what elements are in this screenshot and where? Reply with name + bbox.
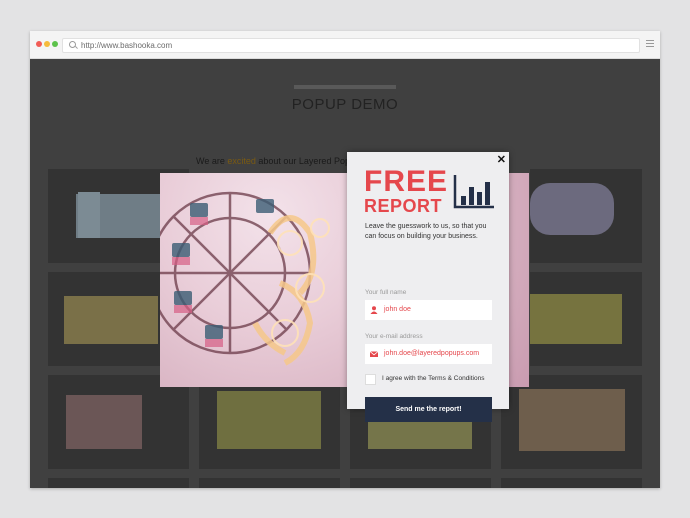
demo-card[interactable] <box>199 478 340 488</box>
demo-thumbnail-figure <box>78 192 100 238</box>
demo-thumbnail <box>530 183 614 235</box>
intro-highlight: excited <box>227 156 256 166</box>
envelope-icon <box>370 351 378 357</box>
intro-text: We are excited about our Layered Pop <box>196 156 350 166</box>
minimize-window-dot[interactable] <box>44 41 50 47</box>
page-content: POPUP DEMO We are excited about our Laye… <box>30 59 660 488</box>
demo-card[interactable] <box>530 169 642 263</box>
demo-thumbnail <box>64 296 158 344</box>
demo-thumbnail <box>66 395 142 449</box>
popup-heading-free: FREE <box>364 165 449 198</box>
demo-card[interactable] <box>199 375 340 469</box>
demo-card[interactable] <box>530 272 642 366</box>
name-field-label: Your full name <box>365 289 407 296</box>
demo-thumbnail <box>530 294 622 344</box>
send-report-button[interactable]: Send me the report! <box>365 397 492 422</box>
email-field[interactable]: john.doe@layeredpopups.com <box>365 344 492 364</box>
search-icon <box>69 41 76 48</box>
demo-thumbnail <box>519 389 625 451</box>
email-field-value: john.doe@layeredpopups.com <box>384 350 480 357</box>
intro-before: We are <box>196 156 228 166</box>
browser-window: http://www.bashooka.com POPUP DEMO We ar… <box>30 31 660 488</box>
demo-card[interactable] <box>501 375 642 469</box>
popup-description: Leave the guesswork to us, so that you c… <box>365 223 487 240</box>
demo-card[interactable] <box>350 478 491 488</box>
intro-after: about our Layered Pop <box>255 156 350 166</box>
close-window-dot[interactable] <box>36 41 42 47</box>
terms-label: I agree with the Terms & Conditions <box>382 375 485 382</box>
user-icon <box>370 306 378 314</box>
address-bar[interactable]: http://www.bashooka.com <box>62 38 640 53</box>
close-icon[interactable]: ✕ <box>497 153 506 166</box>
report-popup: ✕ FREE REPORT Leave the guesswork to us,… <box>347 152 509 422</box>
email-field-label: Your e-mail address <box>365 333 423 340</box>
demo-thumbnail <box>217 391 321 449</box>
decorative-bar <box>294 85 396 89</box>
page-title: POPUP DEMO <box>291 96 399 113</box>
demo-card[interactable] <box>48 478 189 488</box>
name-field-value: john doe <box>384 306 411 313</box>
browser-chrome: http://www.bashooka.com <box>30 31 660 59</box>
bar-chart-icon <box>453 175 494 209</box>
terms-checkbox[interactable] <box>365 374 376 385</box>
menu-icon[interactable] <box>646 40 654 48</box>
popup-heading-report: REPORT <box>364 196 443 216</box>
url-text: http://www.bashooka.com <box>81 41 173 50</box>
demo-card[interactable] <box>501 478 642 488</box>
demo-card[interactable] <box>48 375 189 469</box>
name-field[interactable]: john doe <box>365 300 492 320</box>
maximize-window-dot[interactable] <box>52 41 58 47</box>
